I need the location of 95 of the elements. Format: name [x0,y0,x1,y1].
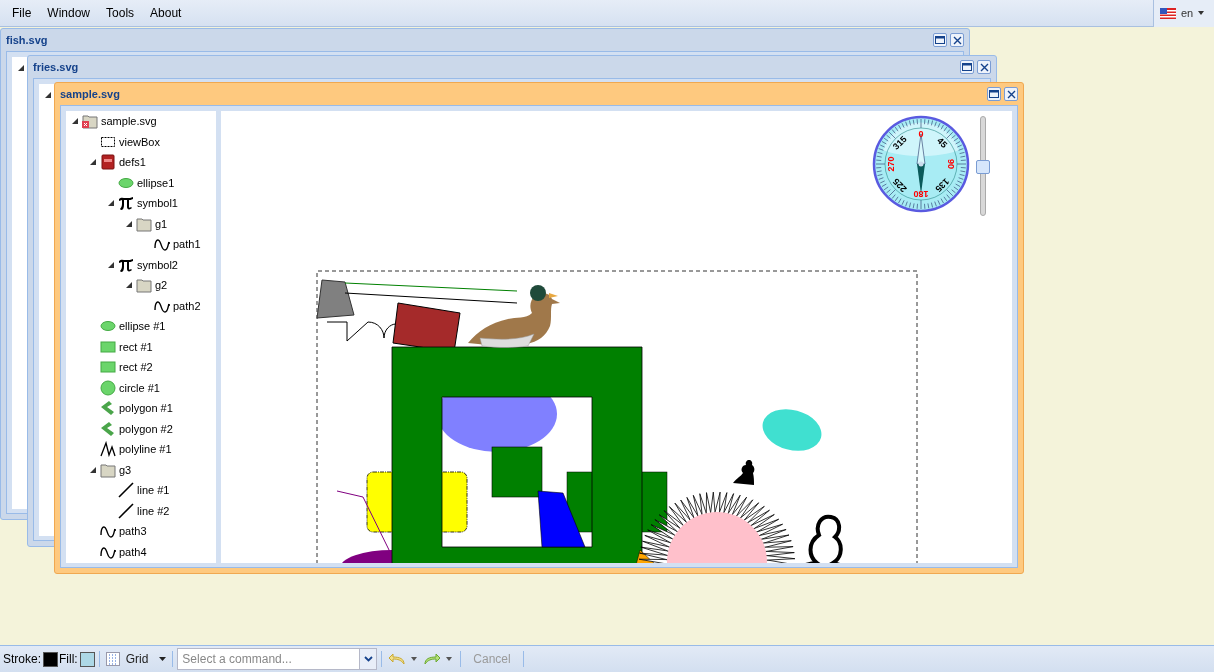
close-button[interactable] [950,33,964,47]
expand-toggle-icon[interactable] [124,280,134,291]
polygon-icon [100,400,116,417]
rectangle-icon [100,359,116,376]
compass-drawing[interactable] [872,115,970,213]
tree-item[interactable]: g3 [119,461,132,478]
folder-icon [100,461,116,478]
menu-item[interactable]: File [4,4,40,22]
tree-item[interactable]: polyline #1 [119,441,172,458]
ellipse-shape [762,409,822,451]
circle-icon [100,379,116,396]
tree-item[interactable]: polygon #2 [119,420,173,437]
slider-thumb[interactable] [975,160,990,174]
language-selector[interactable]: en [1153,0,1214,27]
curve-icon [100,523,116,540]
menu-item[interactable]: Tools [98,4,143,22]
stroke-swatch[interactable] [43,651,58,667]
pawn-shape [732,460,755,485]
tree-item[interactable]: sample.svg [101,113,157,130]
compass-label: 270 [885,156,896,172]
close-button[interactable] [977,60,991,74]
tree-item[interactable]: path1 [173,236,201,253]
window-title: fish.svg [6,32,48,48]
window-title: sample.svg [60,86,120,102]
compass-label: 45 [935,135,950,150]
maximize-button[interactable] [987,87,1001,101]
maximize-button[interactable] [960,60,974,74]
chevron-down-icon [363,656,373,662]
stroke-label: Stroke: [2,651,41,668]
tree-item[interactable]: rect #2 [119,359,153,376]
tree-item[interactable]: path4 [119,543,147,560]
maximize-icon [935,36,945,44]
polyline-icon [100,441,116,458]
compass-label: 135 [933,176,951,195]
fill-swatch[interactable] [79,651,95,667]
polygon-icon [100,420,116,437]
tree-item[interactable]: g1 [155,215,168,232]
tree-item[interactable]: line #1 [137,482,170,499]
expand-toggle-icon[interactable] [70,116,80,127]
tree-item[interactable]: rect #1 [119,338,153,355]
compass-label: 0 [918,129,924,139]
line-icon [118,482,134,499]
tree-item[interactable]: g2 [155,277,168,294]
tree-item[interactable]: line #2 [137,502,170,519]
polyline-shape [326,321,397,342]
caret-icon [446,657,453,661]
compass-label: 180 [913,189,929,199]
redo-arrow-icon [423,652,442,666]
tree-item[interactable]: polygon #1 [119,400,173,417]
close-icon [952,35,962,45]
close-button[interactable] [1004,87,1018,101]
fill-label: Fill: [59,651,78,668]
rectangle-icon [100,338,116,355]
tree-item[interactable]: ellipse1 [137,174,175,191]
menu-item[interactable]: About [142,4,190,22]
grid-button[interactable]: Grid [103,650,169,668]
tree-item[interactable]: ellipse #1 [119,318,166,335]
tree-item[interactable]: symbol2 [137,256,178,273]
dropdown-button[interactable] [360,648,378,670]
curve-icon [154,236,170,253]
command-field[interactable]: Select a command... [177,648,361,670]
tree-item[interactable]: defs1 [119,154,146,171]
folder-icon [136,277,152,294]
tree-item[interactable]: viewBox [119,133,160,150]
tree-item[interactable]: circle #1 [119,379,160,396]
window-title: fries.svg [33,59,79,75]
maximize-icon [962,63,972,71]
caret-icon [159,657,167,661]
grid-icon [105,652,120,666]
undo-button[interactable] [386,652,420,666]
tree-item[interactable]: path3 [119,523,147,540]
caret-icon [1198,11,1205,15]
menu-item[interactable]: Window [39,4,99,22]
expand-toggle-icon[interactable] [88,157,98,168]
line-icon [118,502,134,519]
compass-label: 225 [890,176,909,195]
folder-icon [136,215,152,232]
close-icon [979,62,989,72]
tree-item[interactable]: path2 [173,297,201,314]
maximize-icon [989,90,999,98]
undo-arrow-icon [388,652,407,666]
trapezoid-shape [316,279,355,319]
flag-icon [1160,7,1176,19]
expand-toggle-icon[interactable] [106,198,116,209]
caret-icon [411,657,418,661]
tree-item[interactable]: symbol1 [137,195,178,212]
pi-icon [118,195,134,212]
pi-icon [118,256,134,273]
book-icon [100,154,116,171]
square-shape [491,446,543,498]
compass-label: 90 [945,159,956,169]
polygon-shape [537,490,586,548]
compass-label: 315 [890,133,909,152]
close-icon [1006,89,1016,99]
maximize-button[interactable] [933,33,947,47]
